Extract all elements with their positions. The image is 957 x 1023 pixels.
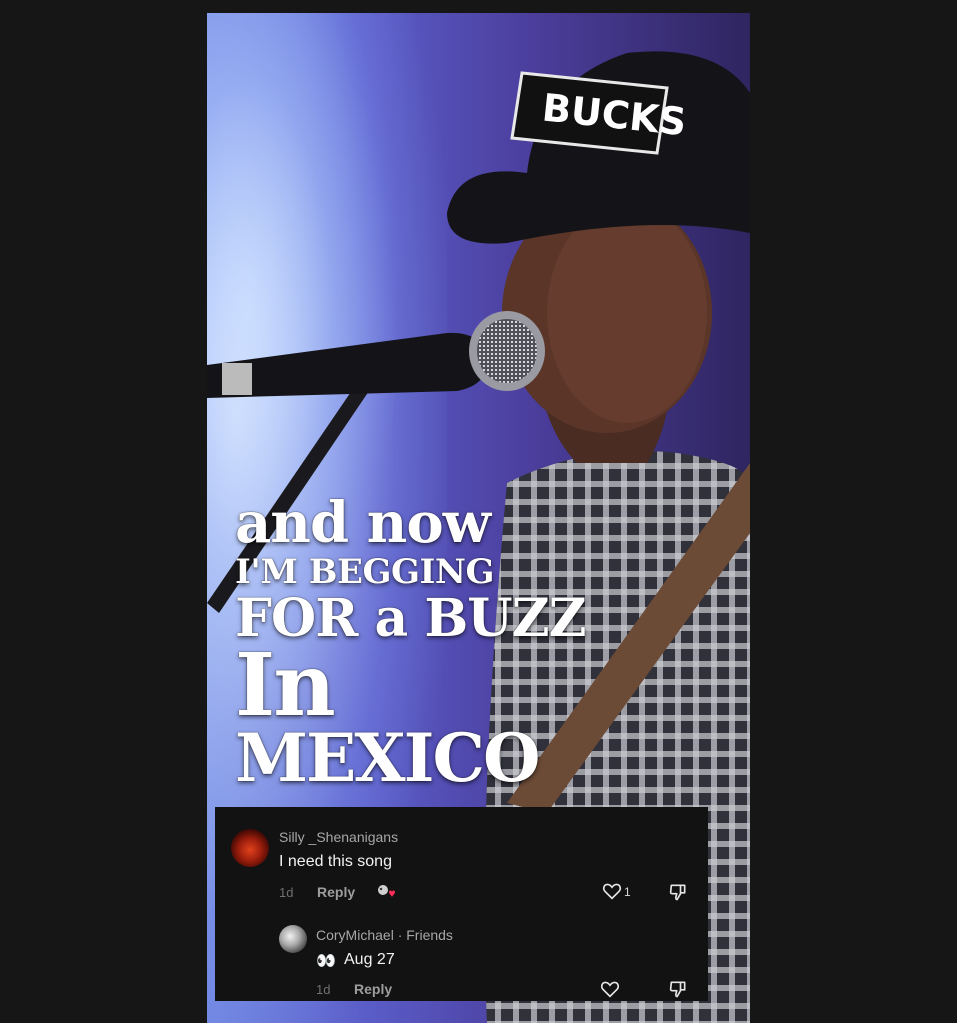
comment-username[interactable]: CoryMichael · Friends	[316, 927, 453, 943]
reply-button[interactable]: Reply	[354, 981, 392, 997]
comment-item: CoryMichael · Friends 👀 Aug 27 1d Reply	[215, 907, 708, 1001]
lyric-line-2: I'm begging	[235, 552, 495, 592]
lyric-line-5: Mexico	[235, 719, 540, 797]
lyric-line-4: In	[235, 635, 336, 736]
comment-time: 1d	[279, 885, 294, 900]
like-count: 1	[624, 885, 631, 899]
dislike-icon[interactable]	[668, 882, 688, 902]
comment-text: I need this song	[279, 853, 392, 870]
avatar[interactable]	[279, 925, 307, 953]
comment-item: Silly _Shenanigans I need this song 1d R…	[215, 807, 708, 907]
avatar[interactable]	[231, 829, 269, 867]
comments-panel: Silly _Shenanigans I need this song 1d R…	[215, 807, 708, 1001]
heart-icon[interactable]	[602, 882, 622, 900]
lyric-line-1: and now	[235, 490, 491, 556]
dislike-icon[interactable]	[668, 979, 688, 999]
lyrics-overlay: and now I'm begging FOR a BUZZ In Mexico	[235, 490, 587, 797]
heart-icon[interactable]	[600, 980, 620, 998]
comment-time: 1d	[316, 982, 331, 997]
comment-username[interactable]: Silly _Shenanigans	[279, 829, 398, 845]
comment-text: Aug 27	[344, 951, 395, 968]
sticker-icon	[378, 885, 395, 897]
comment-emoji: 👀	[316, 953, 336, 970]
reply-button[interactable]: Reply	[317, 884, 355, 900]
